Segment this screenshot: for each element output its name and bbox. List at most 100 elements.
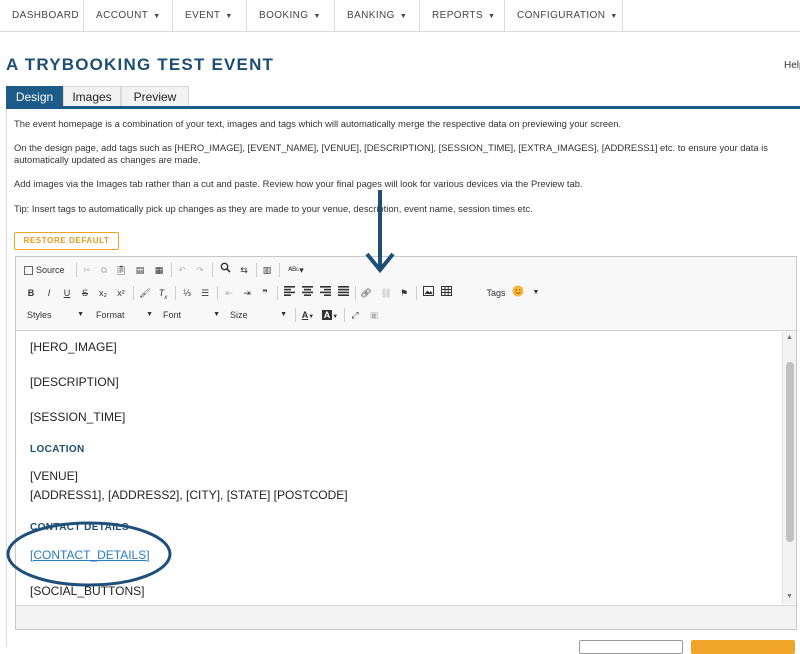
outdent-icon[interactable]: ⇤ — [221, 285, 237, 301]
secondary-action-button[interactable] — [579, 640, 683, 654]
toolbar-separator — [355, 286, 356, 300]
indent-icon[interactable]: ⇥ — [239, 285, 255, 301]
toolbar-separator — [212, 263, 213, 277]
maximize-icon[interactable]: ⤢ — [347, 307, 363, 323]
select-all-icon[interactable]: ▥ — [259, 262, 275, 278]
superscript-icon[interactable]: x² — [113, 285, 129, 301]
session-time-tag: [SESSION_TIME] — [30, 410, 126, 424]
scroll-up-icon[interactable]: ▲ — [786, 334, 793, 341]
paste-text-icon[interactable]: ▤ — [132, 262, 148, 278]
anchor-flag-icon[interactable]: ⚑ — [396, 285, 412, 301]
tags-dropdown-arrow-icon[interactable]: ▼ — [530, 285, 542, 301]
caret-down-icon: ▼ — [610, 13, 618, 20]
toolbar-separator — [416, 286, 417, 300]
align-center-icon[interactable] — [299, 285, 315, 301]
intro-paragraph-2: On the design page, add tags such as [HE… — [14, 142, 768, 165]
undo-icon[interactable]: ↶ — [174, 262, 190, 278]
toolbar-separator — [277, 286, 278, 300]
find-icon[interactable] — [217, 262, 233, 278]
toolbar-separator — [295, 308, 296, 322]
copy-icon[interactable]: ⧉ — [96, 262, 112, 278]
caret-down-icon: ▼ — [487, 13, 496, 20]
italic-icon[interactable]: I — [41, 285, 57, 301]
tab-images[interactable]: Images — [63, 86, 121, 107]
toolbar-separator — [344, 308, 345, 322]
tags-dropdown-label[interactable]: Tags — [484, 285, 508, 301]
remove-format-icon[interactable]: Tx — [155, 285, 171, 301]
toolbar-separator — [256, 263, 257, 277]
nav-configuration[interactable]: CONFIGURATION ▼ — [505, 0, 623, 31]
unlink-icon[interactable]: ⛓ — [378, 285, 394, 301]
location-heading: LOCATION — [30, 444, 85, 455]
chevron-down-icon: ▼ — [213, 311, 220, 318]
paste-icon[interactable]: 📋︎ — [113, 262, 129, 278]
link-icon[interactable]: 🔗︎ — [358, 285, 374, 301]
restore-default-button[interactable]: RESTORE DEFAULT — [14, 232, 119, 250]
primary-action-button[interactable] — [691, 640, 795, 654]
numbered-list-icon[interactable]: ⅓ — [179, 285, 195, 301]
caret-down-icon: ▼ — [225, 13, 233, 20]
cut-icon[interactable]: ✂ — [79, 262, 95, 278]
tab-design[interactable]: Design — [6, 86, 63, 107]
editor-status-bar — [16, 605, 796, 629]
editor-content-area[interactable]: [HERO_IMAGE] [DESCRIPTION] [SESSION_TIME… — [16, 332, 782, 604]
toolbar-separator — [133, 286, 134, 300]
caret-down-icon: ▼ — [399, 13, 408, 20]
underline-icon[interactable]: U — [59, 285, 75, 301]
intro-paragraph-3: Add images via the Images tab rather tha… — [14, 178, 583, 189]
caret-down-icon: ▼ — [313, 13, 321, 20]
blockquote-icon[interactable]: ❞ — [257, 285, 273, 301]
toolbar-separator — [175, 286, 176, 300]
replace-icon[interactable]: ⇆ — [236, 262, 252, 278]
nav-booking[interactable]: BOOKING ▼ — [247, 0, 335, 31]
toolbar-separator — [76, 263, 77, 277]
nav-banking[interactable]: BANKING ▼ — [335, 0, 420, 31]
align-left-icon[interactable] — [281, 285, 297, 301]
spellcheck-icon[interactable]: ᴬᴮᶜ▾ — [283, 262, 309, 278]
top-navigation: DASHBOARD ACCOUNT ▼ EVENT ▼ BOOKING ▼ BANKI… — [0, 0, 800, 32]
copy-format-icon[interactable]: 🖌︎ — [137, 285, 153, 301]
styles-combo[interactable]: Styles ▼ — [24, 307, 86, 323]
background-color-icon[interactable]: A ▼ — [320, 307, 340, 323]
bulleted-list-icon[interactable]: ☰ — [197, 285, 213, 301]
editor-scrollbar[interactable]: ▲ ▼ — [782, 332, 796, 604]
format-combo[interactable]: Format ▼ — [93, 307, 155, 323]
font-combo[interactable]: Font ▼ — [160, 307, 222, 323]
bold-icon[interactable]: B — [23, 285, 39, 301]
rich-text-editor: Source ✂ ⧉ 📋︎ ▤ ▦ ↶ ↷ ⇆ ▥ ᴬᴮᶜ▾ B I U S x… — [15, 256, 797, 630]
caret-down-icon: ▼ — [153, 13, 161, 20]
nav-account[interactable]: ACCOUNT ▼ — [84, 0, 173, 31]
size-combo[interactable]: Size ▼ — [227, 307, 289, 323]
redo-icon[interactable]: ↷ — [192, 262, 208, 278]
text-color-icon[interactable]: A▼ — [298, 307, 318, 323]
image-icon[interactable] — [420, 285, 436, 301]
align-right-icon[interactable] — [317, 285, 333, 301]
intro-paragraph-1: The event homepage is a combination of y… — [14, 118, 622, 129]
subscript-icon[interactable]: x₂ — [95, 285, 111, 301]
table-icon[interactable] — [438, 285, 454, 301]
scroll-down-icon[interactable]: ▼ — [786, 593, 793, 600]
strikethrough-icon[interactable]: S — [77, 285, 93, 301]
description-tag: [DESCRIPTION] — [30, 375, 119, 389]
toolbar-separator — [217, 286, 218, 300]
contact-details-link[interactable]: [CONTACT_DETAILS] — [30, 548, 150, 562]
social-buttons-tag: [SOCIAL_BUTTONS] — [30, 584, 145, 598]
paste-word-icon[interactable]: ▦ — [151, 262, 167, 278]
justify-icon[interactable] — [335, 285, 351, 301]
scrollbar-thumb[interactable] — [786, 362, 794, 542]
nav-dashboard[interactable]: DASHBOARD — [0, 0, 84, 31]
source-button[interactable]: Source — [24, 262, 72, 278]
address-tags: [ADDRESS1], [ADDRESS2], [CITY], [STATE] … — [30, 488, 348, 502]
help-link[interactable]: Help — [784, 60, 800, 71]
page-title: A TRYBOOKING TEST EVENT — [6, 55, 275, 74]
hero-image-tag: [HERO_IMAGE] — [30, 340, 117, 354]
nav-reports[interactable]: REPORTS ▼ — [420, 0, 505, 31]
smiley-icon[interactable] — [510, 285, 526, 301]
contact-details-heading: CONTACT DETAILS — [30, 522, 129, 533]
tab-preview[interactable]: Preview — [121, 86, 189, 107]
editor-toolbar: Source ✂ ⧉ 📋︎ ▤ ▦ ↶ ↷ ⇆ ▥ ᴬᴮᶜ▾ B I U S x… — [16, 257, 796, 331]
chevron-down-icon: ▼ — [77, 311, 84, 318]
show-blocks-icon[interactable]: ▣ — [366, 307, 382, 323]
chevron-down-icon: ▼ — [146, 311, 153, 318]
nav-event[interactable]: EVENT ▼ — [173, 0, 247, 31]
